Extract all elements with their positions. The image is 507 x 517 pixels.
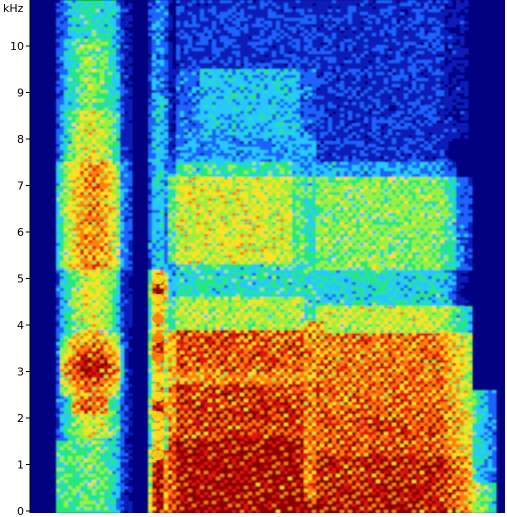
y-tick-label: 4 [17,319,24,332]
y-tick-label: 9 [17,87,24,100]
spectrogram-chart: kHz 0 1 2 3 4 5 6 7 8 9 10 [3,0,505,517]
y-tick-label: 3 [17,366,24,379]
y-tick-label: 7 [17,180,24,193]
spectrogram-energy [56,0,497,513]
spectrogram-figure: kHz 0 1 2 3 4 5 6 7 8 9 10 [0,0,507,517]
y-axis: kHz 0 1 2 3 4 5 6 7 8 9 10 [3,0,31,517]
y-tick-label: 5 [17,273,24,286]
y-axis-unit-label: kHz [3,2,24,15]
y-tick-label: 2 [17,412,24,425]
y-tick-label: 1 [17,459,24,472]
y-tick-label: 0 [17,505,24,517]
spectrogram-cells [56,0,497,513]
y-tick-label: 10 [10,40,24,53]
y-tick-label: 6 [17,226,24,239]
y-tick-label: 8 [17,133,24,146]
